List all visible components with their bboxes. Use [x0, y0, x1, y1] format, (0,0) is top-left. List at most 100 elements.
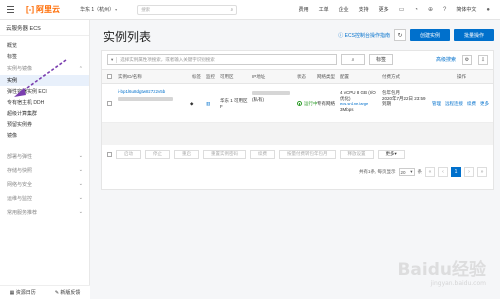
top-link-enterprise[interactable]: 企业: [339, 6, 349, 13]
sidebar-item-reserved[interactable]: 预留实例券: [0, 119, 89, 130]
col-network[interactable]: 网络类型: [317, 70, 335, 83]
help-guide-link[interactable]: ⓘ ECS控制台操作指南: [338, 32, 390, 39]
tag-filter-button[interactable]: 标签: [369, 54, 393, 65]
calendar-link[interactable]: ▦ 资源日历: [10, 289, 36, 296]
refresh-button[interactable]: ↻: [393, 29, 406, 41]
pager-summary: 共有1条, 每页显示: [358, 169, 396, 174]
logo-mark-icon: [-]: [26, 5, 34, 14]
top-links: 费用 工单 企业 支持 更多 ▭ ◔ ⊕ ? 简体中文 ●: [299, 6, 500, 14]
chevron-down-icon: ⌄: [78, 181, 83, 187]
top-link-tickets[interactable]: 工单: [319, 6, 329, 13]
download-button[interactable]: ⇩: [478, 54, 488, 65]
chevron-down-icon: ⌄: [78, 195, 83, 201]
download-icon: ⇩: [480, 56, 486, 63]
last-page-button[interactable]: »: [477, 167, 487, 177]
stop-button[interactable]: 停止: [145, 149, 170, 159]
col-monitor: 监控: [206, 73, 215, 79]
top-link-more[interactable]: 更多: [379, 6, 389, 13]
instance-table-panel: ▾ 选择实例属性项搜索，或者输入关键字识别搜索 ⌕ 标签 高级搜索 ⚙ ⇩ 实例…: [101, 50, 494, 190]
select-all-checkbox[interactable]: [107, 70, 112, 83]
first-page-button[interactable]: «: [425, 167, 435, 177]
more-link[interactable]: 更多: [480, 101, 489, 107]
manage-link[interactable]: 管理: [432, 101, 441, 107]
renew-button[interactable]: 续费: [250, 149, 275, 159]
renew-link[interactable]: 续费: [467, 101, 476, 107]
status-badge: 运行中: [297, 85, 318, 122]
sidebar-item-overview[interactable]: 概览: [0, 40, 89, 51]
terminal-icon[interactable]: ▭: [399, 6, 405, 13]
language-selector[interactable]: 简体中文: [456, 6, 476, 13]
sidebar-item-eci[interactable]: 弹性容器实例 ECI: [0, 86, 89, 97]
expire-time: 2020年7月22日 23:59 到期: [382, 95, 426, 107]
sidebar-group-network[interactable]: 网络与安全 ⌄: [0, 177, 89, 191]
col-billing[interactable]: 付费方式: [382, 70, 400, 83]
sidebar-item-instances[interactable]: 实例: [0, 75, 89, 86]
header-actions: ⓘ ECS控制台操作指南 ↻ 创建实例 批量操作: [338, 29, 494, 41]
chevron-down-icon: ⌄: [78, 209, 83, 215]
page-size-select[interactable]: 20 ▾: [398, 168, 415, 176]
restart-button[interactable]: 重启: [174, 149, 199, 159]
col-actions: 操作: [457, 73, 466, 79]
page-unit: 条: [417, 169, 423, 174]
col-ip: IP地址: [252, 73, 266, 79]
row-actions: 管理 远程连接 续费 更多: [432, 85, 489, 122]
chevron-down-icon: ▾: [115, 7, 118, 12]
sidebar-item-tags[interactable]: 标签: [0, 51, 89, 62]
row-checkbox[interactable]: [107, 85, 112, 122]
sidebar-group-storage[interactable]: 存储与快照 ⌄: [0, 163, 89, 177]
gear-icon: ⚙: [464, 56, 470, 63]
table-row: [102, 123, 493, 145]
bulk-select-checkbox[interactable]: [107, 151, 112, 157]
table-row: i-bp1l6u8dgtw8z7z2v5b ◆ ▥ 华东 1 可用区 F (私有…: [102, 85, 493, 123]
filter-attr-select[interactable]: ▾: [111, 56, 118, 63]
release-settings-button[interactable]: 释放设置: [339, 149, 374, 159]
ip-type: (私有): [252, 97, 264, 102]
sidebar-group-recommend[interactable]: 常用服务推荐 ⌄: [0, 205, 89, 219]
chevron-down-icon: ▾: [410, 169, 413, 174]
remote-connect-link[interactable]: 远程连接: [445, 101, 463, 107]
top-search-input[interactable]: 搜索 ⌕: [137, 4, 238, 15]
sidebar-group-deploy[interactable]: 部署与弹性 ⌄: [0, 149, 89, 163]
reset-password-button[interactable]: 重置实例密码: [203, 149, 246, 159]
instance-id-link[interactable]: i-bp1l6u8dgtw8z7z2v5b: [118, 89, 173, 94]
sidebar-item-ddh[interactable]: 专有宿主机 DDH: [0, 97, 89, 108]
sidebar-item-sccluster[interactable]: 超级计算集群: [0, 108, 89, 119]
sidebar-group-instances[interactable]: 实例与镜像 ⌃: [0, 62, 89, 75]
bell-icon[interactable]: ◔: [414, 7, 418, 13]
baidu-watermark: Baidu经验 jingyan.baidu.com: [397, 260, 486, 287]
more-actions-button[interactable]: 更多 ▾: [377, 149, 405, 159]
top-link-fees[interactable]: 费用: [299, 6, 309, 13]
aliyun-logo[interactable]: [-] 阿里云: [26, 4, 60, 15]
page-title: 实例列表: [103, 30, 152, 44]
col-instance-id[interactable]: 实例ID/名称: [118, 70, 142, 83]
create-instance-button[interactable]: 创建实例: [409, 29, 450, 41]
avatar[interactable]: ●: [486, 7, 490, 13]
top-link-support[interactable]: 支持: [359, 6, 369, 13]
feedback-link[interactable]: ✎ 新版反馈: [55, 289, 81, 296]
menu-icon[interactable]: [0, 0, 20, 20]
bulk-operation-button[interactable]: 批量操作: [453, 29, 494, 41]
sidebar-group-ops[interactable]: 运维与监控 ⌄: [0, 191, 89, 205]
settings-button[interactable]: ⚙: [462, 54, 472, 65]
prev-page-button[interactable]: ‹: [438, 167, 448, 177]
tag-icon[interactable]: ◆: [190, 85, 193, 122]
network-type: 专有网络: [317, 100, 335, 106]
help-icon[interactable]: ?: [443, 7, 446, 13]
col-status[interactable]: 状态: [297, 70, 306, 83]
region-selector[interactable]: 华东 1（杭州）▾: [80, 6, 117, 13]
start-button[interactable]: 启动: [116, 149, 141, 159]
filter-search-input[interactable]: ▾ 选择实例属性项搜索，或者输入关键字识别搜索: [107, 54, 337, 65]
search-icon-button[interactable]: ⌕: [341, 54, 365, 65]
col-zone[interactable]: 可用区: [220, 70, 234, 83]
cart-icon[interactable]: ⊕: [428, 6, 433, 13]
advanced-search-link[interactable]: 高级搜索: [436, 56, 456, 63]
chevron-up-icon: ⌃: [78, 65, 83, 72]
instance-name-redacted: [118, 97, 173, 101]
convert-billing-button[interactable]: 按量付费转包年包月: [279, 149, 336, 159]
monitor-icon[interactable]: ▥: [206, 85, 210, 122]
pagination: 共有1条, 每页显示 20 ▾ 条 « ‹ 1 › »: [359, 167, 487, 177]
sidebar-item-images[interactable]: 镜像: [0, 130, 89, 141]
page-button-current[interactable]: 1: [451, 167, 461, 177]
next-page-button[interactable]: ›: [464, 167, 474, 177]
top-bar: [-] 阿里云 华东 1（杭州）▾ 搜索 ⌕ 费用 工单 企业 支持 更多 ▭ …: [0, 0, 500, 20]
